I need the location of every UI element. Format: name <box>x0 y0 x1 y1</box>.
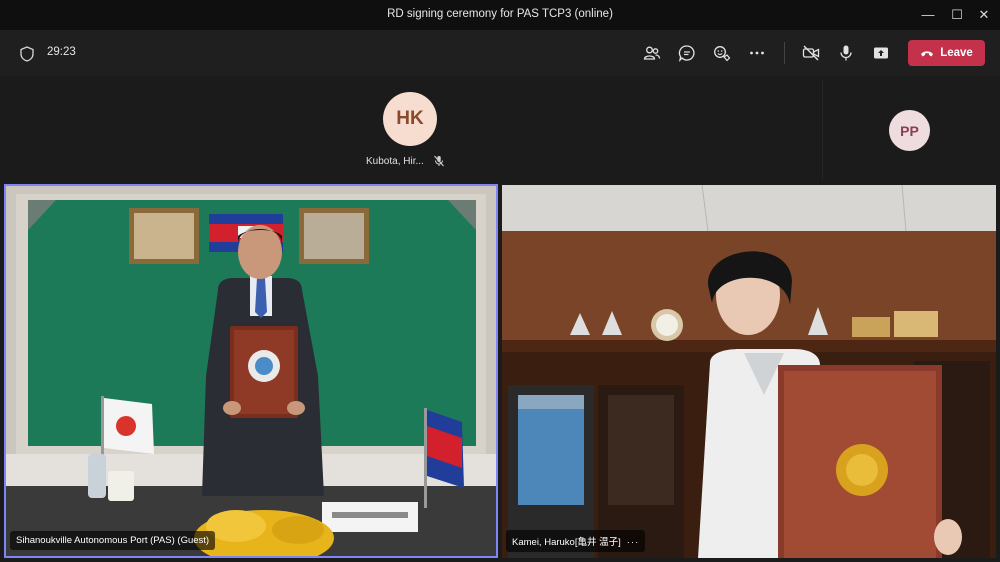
more-options-icon[interactable]: ··· <box>627 537 640 548</box>
name-tag-pas: Sihanoukville Autonomous Port (PAS) (Gue… <box>10 531 216 550</box>
reactions-icon[interactable] <box>711 42 733 64</box>
participant-name-hk: Kubota, Hir... <box>366 156 424 167</box>
share-icon[interactable] <box>870 42 892 64</box>
title-bar: RD signing ceremony for PAS TCP3 (online… <box>0 0 1000 30</box>
window-title: RD signing ceremony for PAS TCP3 (online… <box>387 8 613 20</box>
leave-label: Leave <box>940 47 973 59</box>
video-feed-pas <box>6 186 496 556</box>
more-icon[interactable] <box>746 42 768 64</box>
people-icon[interactable] <box>641 42 663 64</box>
video-feed-kamei <box>502 185 996 558</box>
video-tile-pas[interactable]: Sihanoukville Autonomous Port (PAS) (Gue… <box>4 184 498 558</box>
stage-divider <box>822 80 823 180</box>
name-tag-kamei: Kamei, Haruko[亀井 温子] ··· <box>506 530 646 552</box>
meeting-toolbar: 29:23 Leave <box>0 30 1000 76</box>
hang-up-icon <box>921 50 934 56</box>
avatar-pp[interactable]: PP <box>889 110 930 151</box>
chat-icon[interactable] <box>676 42 698 64</box>
leave-button[interactable]: Leave <box>908 40 985 66</box>
shield-icon <box>20 46 34 62</box>
participant-name-kamei: Kamei, Haruko[亀井 温子] <box>512 537 621 548</box>
toolbar-divider <box>784 42 785 64</box>
meeting-timer: 29:23 <box>47 46 76 58</box>
video-tile-kamei[interactable]: Kamei, Haruko[亀井 温子] ··· <box>502 185 996 558</box>
avatar-hk[interactable]: HK <box>383 92 437 146</box>
maximize-button[interactable]: ☐ <box>947 5 967 25</box>
participant-stage <box>0 76 1000 184</box>
minimize-button[interactable]: — <box>918 5 938 25</box>
camera-off-icon[interactable] <box>800 42 822 64</box>
mic-off-icon <box>434 155 444 167</box>
close-window-button[interactable]: ✕ <box>974 5 994 25</box>
mic-icon[interactable] <box>835 42 857 64</box>
